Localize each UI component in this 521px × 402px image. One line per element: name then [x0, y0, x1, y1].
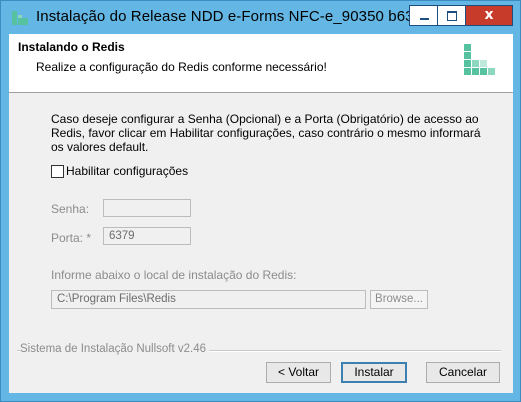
enable-config-label[interactable]: Habilitar configurações	[66, 164, 188, 178]
install-button[interactable]: Instalar	[341, 362, 407, 383]
maximize-button[interactable]	[437, 5, 466, 26]
description-text: Caso deseje configurar a Senha (Opcional…	[51, 112, 481, 154]
page-subtitle: Realize a configuração do Redis conforme…	[36, 60, 327, 74]
close-button[interactable]: x	[465, 5, 513, 26]
cancel-button[interactable]: Cancelar	[426, 362, 500, 383]
close-icon: x	[484, 7, 494, 23]
installer-window: Instalação do Release NDD e-Forms NFC-e_…	[0, 0, 521, 402]
installer-page: Instalando o Redis Realize a configuraçã…	[9, 34, 513, 393]
password-label: Senha:	[51, 202, 90, 216]
ndd-logo-icon	[464, 44, 495, 75]
browse-button[interactable]: Browse...	[370, 290, 428, 309]
minimize-button[interactable]	[409, 5, 438, 26]
back-button[interactable]: < Voltar	[266, 362, 331, 383]
install-location-label: Informe abaixo o local de instalação do …	[51, 268, 297, 282]
installer-app-icon	[12, 11, 28, 25]
page-title: Instalando o Redis	[18, 40, 125, 54]
install-path-field[interactable]: C:\Program Files\Redis	[51, 290, 366, 309]
minimize-icon	[420, 18, 429, 20]
maximize-icon	[447, 11, 457, 21]
password-field[interactable]	[103, 199, 191, 217]
page-header: Instalando o Redis Realize a configuraçã…	[9, 34, 513, 93]
port-label: Porta: *	[51, 231, 92, 245]
window-title: Instalação do Release NDD e-Forms NFC-e_…	[36, 8, 427, 25]
enable-config-checkbox[interactable]	[51, 165, 64, 178]
title-bar[interactable]: Instalação do Release NDD e-Forms NFC-e_…	[1, 1, 520, 34]
nsis-branding: Sistema de Instalação Nullsoft v2.46	[20, 343, 210, 355]
port-field[interactable]: 6379	[103, 227, 191, 245]
